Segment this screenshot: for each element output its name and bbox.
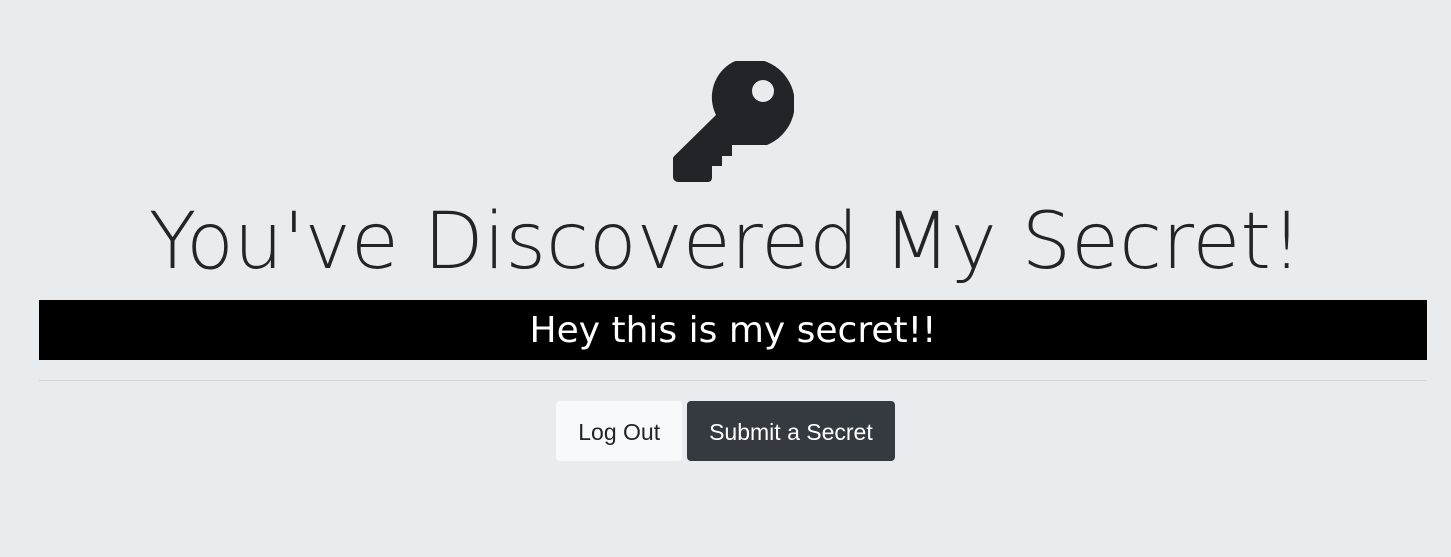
divider [39,380,1427,381]
action-buttons: Log Out Submit a Secret [0,401,1451,461]
key-icon [672,61,794,182]
log-out-button[interactable]: Log Out [556,401,683,461]
secret-text: Hey this is my secret!! [39,300,1427,360]
submit-secret-button[interactable]: Submit a Secret [687,401,895,461]
page-title: You've Discovered My Secret! [148,197,1303,287]
secret-page: You've Discovered My Secret! Hey this is… [0,0,1451,557]
